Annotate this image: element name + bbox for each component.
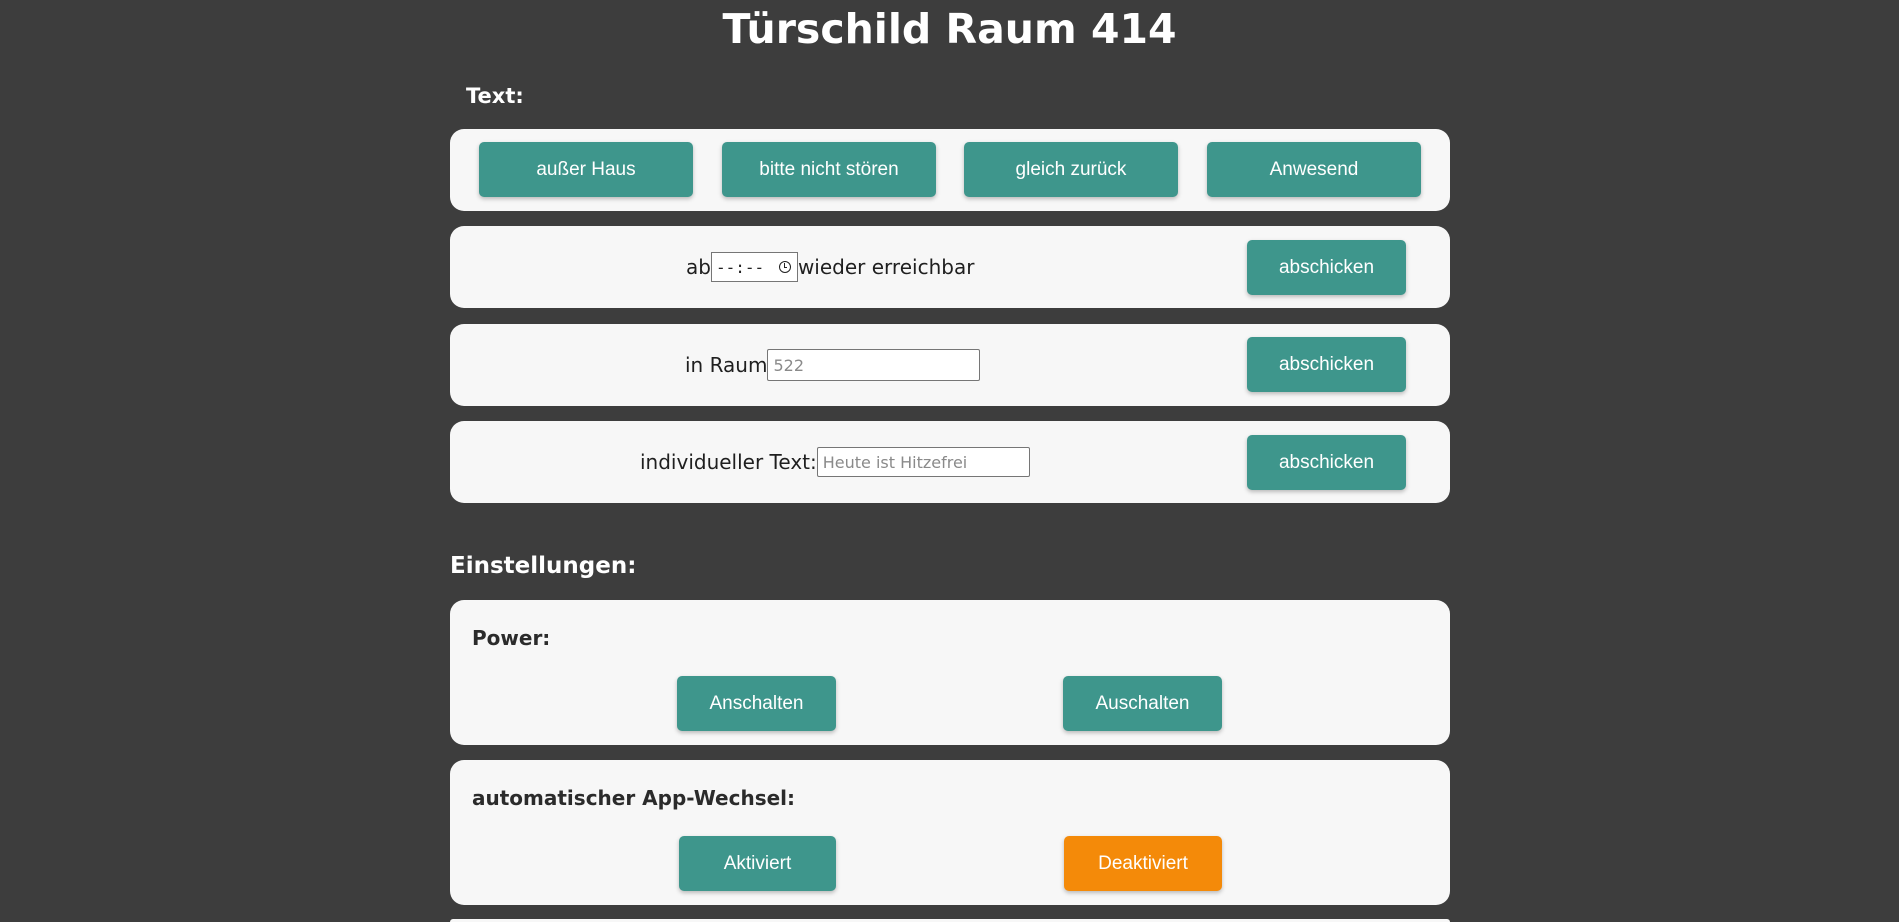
app-switch-activate-button[interactable]: Aktiviert [679, 836, 836, 891]
text-section-label: Text: [466, 84, 524, 108]
custom-text-card: individueller Text: abschicken [450, 421, 1450, 503]
time-value: --:-- [715, 257, 765, 277]
power-label: Power: [472, 626, 551, 650]
status-away-button[interactable]: außer Haus [479, 142, 693, 197]
room-label: in Raum [685, 353, 768, 377]
app-switch-label: automatischer App-Wechsel: [472, 786, 796, 810]
submit-room-button[interactable]: abschicken [1247, 337, 1406, 392]
room-input[interactable] [767, 349, 981, 381]
available-from-prefix: ab [686, 255, 711, 279]
submit-custom-text-button[interactable]: abschicken [1247, 435, 1406, 490]
available-time-row: ab --:-- wieder erreichbar [686, 226, 974, 308]
clock-icon[interactable] [778, 261, 791, 273]
room-card: in Raum abschicken [450, 324, 1450, 406]
power-card: Power: Anschalten Auschalten [450, 600, 1450, 745]
power-on-button[interactable]: Anschalten [677, 676, 836, 731]
app-switch-card: automatischer App-Wechsel: Aktiviert Dea… [450, 760, 1450, 905]
power-off-button[interactable]: Auschalten [1063, 676, 1222, 731]
submit-time-button[interactable]: abschicken [1247, 240, 1406, 295]
page-title: Türschild Raum 414 [722, 5, 1177, 53]
custom-text-input[interactable] [816, 447, 1030, 477]
available-time-card: ab --:-- wieder erreichbar abschicken [450, 226, 1450, 308]
app-switch-deactivate-button[interactable]: Deaktiviert [1064, 836, 1222, 891]
quick-status-card: außer Haus bitte nicht stören gleich zur… [450, 129, 1450, 211]
time-input[interactable]: --:-- [710, 252, 798, 282]
room-row: in Raum [685, 324, 981, 406]
status-do-not-disturb-button[interactable]: bitte nicht stören [722, 142, 936, 197]
status-back-soon-button[interactable]: gleich zurück [964, 142, 1178, 197]
status-present-button[interactable]: Anwesend [1207, 142, 1421, 197]
custom-text-label: individueller Text: [640, 450, 817, 474]
custom-text-row: individueller Text: [640, 421, 1030, 503]
settings-section-label: Einstellungen: [450, 553, 637, 579]
available-again-suffix: wieder erreichbar [797, 255, 975, 279]
